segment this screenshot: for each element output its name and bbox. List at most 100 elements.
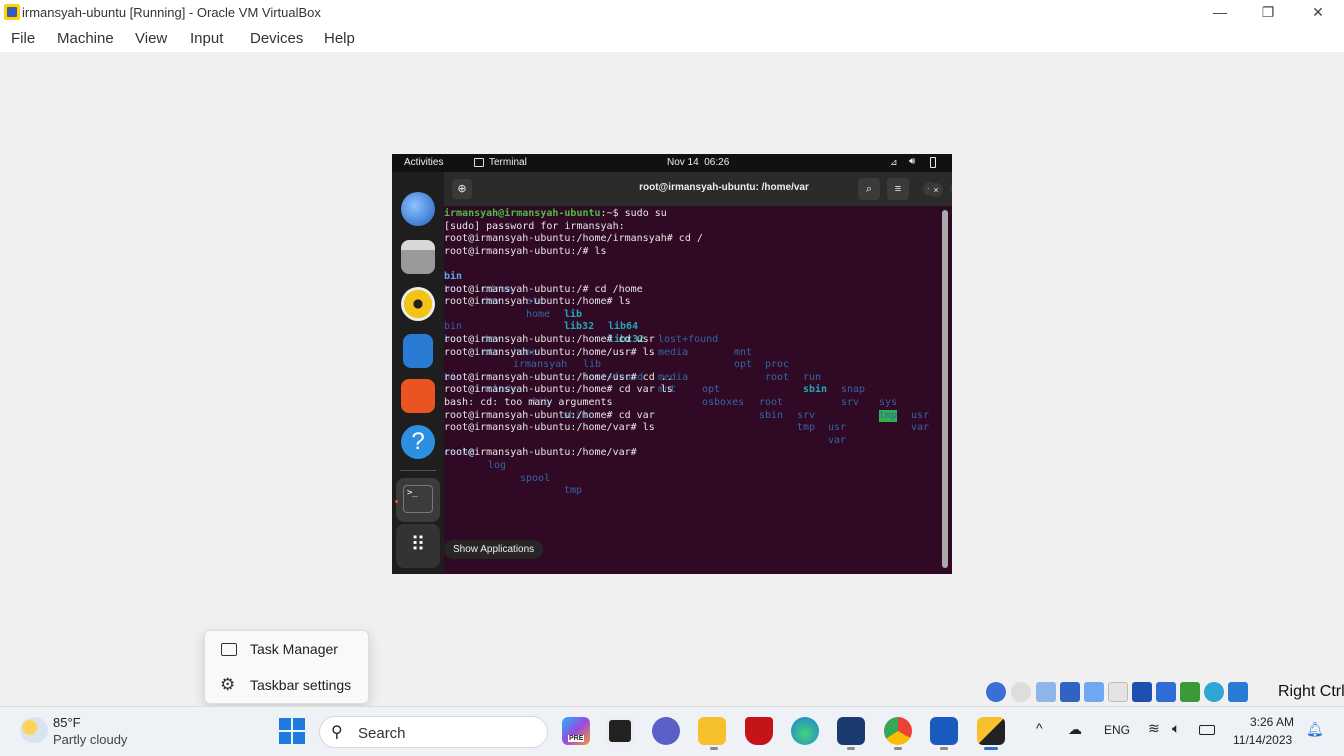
prompt-user: irmansyah@irmansyah-ubuntu	[444, 208, 601, 219]
terminal-line: :~$ sudo su	[600, 208, 667, 219]
ls-entry: sbin	[759, 409, 784, 421]
terminal-line: root@irmansyah-ubuntu:/home/usr# cd ..	[444, 371, 673, 383]
running-dot	[710, 747, 718, 750]
dock-terminal-active[interactable]: >_	[396, 478, 440, 522]
chrome-icon[interactable]	[884, 717, 912, 745]
recording-icon[interactable]	[1156, 682, 1176, 702]
terminal-output[interactable]: irmansyah@irmansyah-ubuntu:~$ sudo su [s…	[444, 206, 938, 574]
active-app-indicator	[984, 747, 998, 750]
ls-output-row: boot etc irmansyah lost+found mnt osboxe…	[444, 321, 938, 446]
display-icon[interactable]	[1132, 682, 1152, 702]
task-manager-label: Task Manager	[250, 641, 338, 657]
weather-temp[interactable]: 85°F	[53, 715, 81, 730]
terminal-scrollbar[interactable]	[942, 210, 948, 568]
rhythmbox-icon[interactable]	[401, 287, 435, 321]
usb-icon[interactable]	[1084, 682, 1104, 702]
terminal-icon: >_	[403, 485, 433, 513]
clock-date[interactable]: 11/14/2023	[1233, 733, 1292, 747]
menu-file[interactable]: File	[11, 30, 35, 47]
terminal-maximize-button[interactable]: ▫	[950, 182, 952, 196]
teams-chat-icon[interactable]	[652, 717, 680, 745]
show-applications-tooltip: Show Applications	[444, 540, 544, 559]
running-dot	[847, 747, 855, 750]
maximize-button[interactable]: ❐	[1244, 0, 1292, 24]
menu-devices[interactable]: Devices	[250, 30, 303, 47]
word-icon[interactable]	[930, 717, 958, 745]
language-indicator[interactable]: ENG	[1104, 723, 1130, 737]
menu-view[interactable]: View	[135, 30, 167, 47]
terminal-line: root@irmansyah-ubuntu:/home/irmansyah# c…	[444, 233, 703, 245]
file-explorer-icon[interactable]	[698, 717, 726, 745]
search-placeholder: Search	[358, 725, 406, 742]
menu-bar: File Machine View Input Devices Help	[0, 24, 1344, 52]
ls-entry: lost+found	[658, 333, 719, 345]
writer-icon[interactable]	[403, 334, 433, 368]
host-key-label[interactable]: Right Ctrl	[1278, 683, 1344, 701]
chevron-up-icon[interactable]: ^	[1036, 720, 1043, 736]
weather-icon[interactable]	[20, 717, 48, 743]
thunderbird-icon[interactable]	[401, 192, 435, 226]
taskbar-search-box[interactable]: ⚲ Search	[319, 716, 548, 748]
virtualbox-taskbar-icon[interactable]	[837, 717, 865, 745]
cpu-icon[interactable]	[1180, 682, 1200, 702]
volume-icon[interactable]: 🔊︎	[909, 156, 915, 167]
network-adapter-icon[interactable]	[1060, 682, 1080, 702]
ls-entry: root	[765, 371, 790, 383]
keyboard-capture-icon[interactable]	[1228, 682, 1248, 702]
terminal-title: root@irmansyah-ubuntu: /home/var	[639, 182, 809, 193]
hard-disk-icon[interactable]	[986, 682, 1006, 702]
notification-bell-icon[interactable]: 🔔︎	[1306, 721, 1324, 738]
minimize-button[interactable]: —	[1196, 0, 1244, 24]
terminal-close-button[interactable]: ×	[929, 183, 943, 197]
taskbar-settings-item[interactable]: ⚙ Taskbar settings	[205, 668, 370, 704]
window-titlebar: irmansyah-ubuntu [Running] - Oracle VM V…	[0, 0, 1344, 24]
menu-help[interactable]: Help	[324, 30, 355, 47]
clock-time[interactable]: 3:26 AM	[1250, 715, 1294, 729]
battery-icon[interactable]	[930, 157, 936, 168]
help-icon[interactable]: ?	[401, 425, 435, 459]
ls-entry: sys	[879, 396, 898, 408]
activities-button[interactable]: Activities	[404, 157, 443, 168]
ls-entry: usr	[828, 422, 847, 434]
onedrive-icon[interactable]: ☁	[1068, 721, 1082, 738]
ls-entry: tmp	[879, 409, 898, 423]
hamburger-menu-button[interactable]: ≡	[887, 178, 909, 200]
terminal-prompt[interactable]: root@irmansyah-ubuntu:/home/var#	[444, 447, 637, 460]
copilot-badge: PRE	[568, 735, 585, 742]
edge-icon[interactable]	[791, 717, 819, 745]
shared-folders-icon[interactable]	[1108, 682, 1128, 702]
guest-screen[interactable]: Activities Terminal Nov 14 06:26 ⊿ 🔊︎ ? …	[392, 154, 952, 574]
search-button[interactable]: ⌕	[858, 178, 880, 200]
wifi-icon[interactable]: ≋	[1148, 720, 1160, 737]
terminal-window[interactable]: ⊕ root@irmansyah-ubuntu: /home/var ⌕ ≡ –…	[444, 172, 952, 574]
topbar-clock[interactable]: Nov 14 06:26	[667, 157, 729, 168]
audio-icon[interactable]	[1036, 682, 1056, 702]
weather-desc[interactable]: Partly cloudy	[53, 732, 127, 747]
copilot-icon[interactable]: PRE	[562, 717, 590, 745]
task-manager-icon	[221, 643, 237, 656]
mcafee-icon[interactable]	[745, 717, 773, 745]
terminal-line: root@irmansyah-ubuntu:/home# ls	[444, 296, 631, 308]
optical-drive-icon[interactable]	[1011, 682, 1031, 702]
terminal-headerbar: ⊕ root@irmansyah-ubuntu: /home/var ⌕ ≡ –…	[444, 172, 952, 206]
battery-tray-icon[interactable]	[1199, 725, 1215, 735]
menu-machine[interactable]: Machine	[57, 30, 114, 47]
close-button[interactable]: ✕	[1294, 0, 1342, 24]
dock-separator	[400, 470, 436, 471]
app-center-icon[interactable]	[401, 379, 435, 413]
task-view-icon[interactable]	[606, 717, 634, 745]
terminal-line: bash: cd: too many arguments	[444, 397, 613, 408]
terminal-line: root@irmansyah-ubuntu:/home# cd var	[444, 409, 655, 421]
files-icon[interactable]	[401, 240, 435, 274]
windows-start-icon[interactable]	[279, 718, 305, 744]
task-manager-item[interactable]: Task Manager	[205, 632, 370, 668]
virtualbox-vm-icon[interactable]	[977, 717, 1005, 745]
gear-icon: ⚙	[220, 675, 236, 694]
apps-grid-icon[interactable]: ⠿	[396, 524, 440, 568]
speaker-icon[interactable]: 🔈︎	[1172, 720, 1180, 737]
topbar-app-label[interactable]: Terminal	[489, 157, 527, 168]
menu-input[interactable]: Input	[190, 30, 223, 47]
network-icon[interactable]: ⊿	[890, 157, 900, 167]
terminal-line: root@irmansyah-ubuntu:/# cd /home	[444, 283, 643, 295]
mouse-integration-icon[interactable]	[1204, 682, 1224, 702]
